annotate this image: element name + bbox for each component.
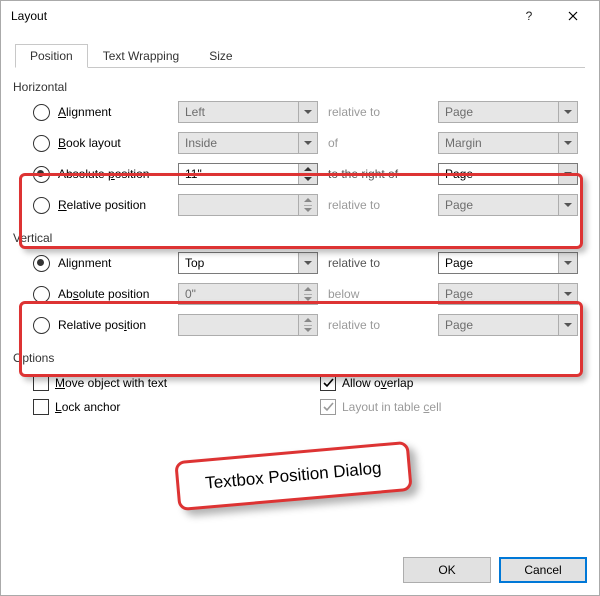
h-relative-spin[interactable] [178,194,318,216]
v-relative-row: Relative position relative to Page [33,311,587,339]
close-icon [568,11,578,21]
chevron-down-icon [558,164,577,184]
v-relative-rel-combo[interactable]: Page [438,314,578,336]
titlebar: Layout ? [1,1,599,31]
v-absolute-label: Absolute position [58,287,178,301]
opt-overlap-checkbox[interactable] [320,375,336,391]
v-absolute-row: Absolute position 0" below Page [33,280,587,308]
v-relative-label: Relative position [58,318,178,332]
chevron-down-icon [298,253,317,273]
h-alignment-rel-label: relative to [318,105,438,119]
layout-dialog: Layout ? Position Text Wrapping Size Hor… [0,0,600,596]
spin-up-icon[interactable] [304,195,312,206]
tab-position[interactable]: Position [15,44,88,68]
cancel-button[interactable]: Cancel [499,557,587,583]
chevron-down-icon [558,102,577,122]
chevron-down-icon [558,315,577,335]
h-absolute-rel-combo[interactable]: Page [438,163,578,185]
tabbar: Position Text Wrapping Size [15,43,585,68]
h-absolute-radio[interactable] [33,166,50,183]
chevron-down-icon [558,253,577,273]
opt-layout-cell-checkbox [320,399,336,415]
h-absolute-rel-label: to the right of [318,167,438,181]
h-absolute-spin[interactable]: 11" [178,163,318,185]
v-absolute-rel-combo[interactable]: Page [438,283,578,305]
h-relative-row: Relative position relative to Page [33,191,587,219]
h-alignment-radio[interactable] [33,104,50,121]
v-alignment-rel-label: relative to [318,256,438,270]
v-relative-rel-label: relative to [318,318,438,332]
spin-down-icon[interactable] [304,326,312,336]
spin-down-icon[interactable] [304,295,312,305]
v-alignment-combo[interactable]: Top [178,252,318,274]
spin-up-icon[interactable] [304,315,312,326]
opt-layout-cell-row: Layout in table cell [320,395,587,419]
chevron-down-icon [298,102,317,122]
h-book-label: Book layout [58,136,178,150]
opt-move-row: Move object with text [33,371,300,395]
h-absolute-label: Absolute position [58,167,178,181]
opt-lock-checkbox[interactable] [33,399,49,415]
v-alignment-radio[interactable] [33,255,50,272]
h-relative-rel-label: relative to [318,198,438,212]
v-absolute-rel-label: below [318,287,438,301]
opt-lock-row: Lock anchor [33,395,300,419]
spin-down-icon[interactable] [304,175,312,185]
group-options-label: Options [13,351,587,365]
h-relative-rel-combo[interactable]: Page [438,194,578,216]
h-alignment-combo[interactable]: Left [178,101,318,123]
window-title: Layout [11,9,507,23]
opt-lock-label: Lock anchor [55,400,120,414]
h-relative-label: Relative position [58,198,178,212]
ok-button[interactable]: OK [403,557,491,583]
v-alignment-rel-combo[interactable]: Page [438,252,578,274]
h-relative-radio[interactable] [33,197,50,214]
group-horizontal-label: Horizontal [13,80,587,94]
chevron-down-icon [558,195,577,215]
tab-text-wrapping[interactable]: Text Wrapping [88,44,194,68]
v-absolute-radio[interactable] [33,286,50,303]
opt-overlap-row: Allow overlap [320,371,587,395]
annotation-callout: Textbox Position Dialog [174,441,412,511]
chevron-down-icon [558,133,577,153]
h-absolute-row: Absolute position 11" to the right of Pa… [33,160,587,188]
h-book-rel-label: of [318,136,438,150]
opt-layout-cell-label: Layout in table cell [342,400,441,414]
chevron-down-icon [298,133,317,153]
spin-down-icon[interactable] [304,206,312,216]
h-book-row: Book layout Inside of Margin [33,129,587,157]
opt-move-label: Move object with text [55,376,167,390]
h-alignment-rel-combo[interactable]: Page [438,101,578,123]
help-button[interactable]: ? [507,1,551,31]
spin-up-icon[interactable] [304,284,312,295]
opt-move-checkbox[interactable] [33,375,49,391]
v-alignment-row: Alignment Top relative to Page [33,249,587,277]
v-absolute-spin[interactable]: 0" [178,283,318,305]
group-vertical-label: Vertical [13,231,587,245]
opt-overlap-label: Allow overlap [342,376,413,390]
spin-up-icon[interactable] [304,164,312,175]
h-alignment-row: Alignment Left relative to Page [33,98,587,126]
close-button[interactable] [551,1,595,31]
v-alignment-label: Alignment [58,256,178,270]
chevron-down-icon [558,284,577,304]
v-relative-spin[interactable] [178,314,318,336]
h-book-combo[interactable]: Inside [178,132,318,154]
v-relative-radio[interactable] [33,317,50,334]
h-alignment-label: Alignment [58,105,178,119]
h-book-radio[interactable] [33,135,50,152]
h-book-rel-combo[interactable]: Margin [438,132,578,154]
tab-size[interactable]: Size [194,44,247,68]
